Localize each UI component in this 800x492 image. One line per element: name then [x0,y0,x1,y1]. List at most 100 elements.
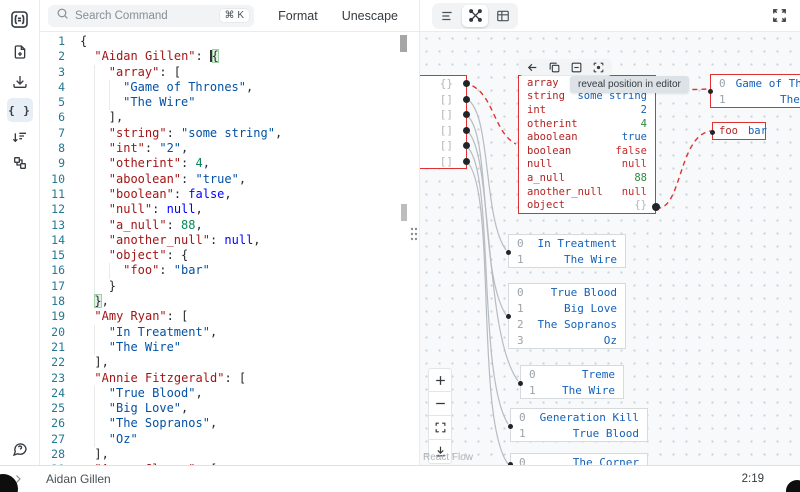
format-button[interactable]: Format [278,9,318,23]
node-row[interactable]: 1The Wire [521,382,623,398]
node-row[interactable]: 0Game of Thrones [711,75,800,91]
list-view-icon[interactable] [434,5,460,27]
node-row[interactable]: {} [420,76,466,92]
panel-resize-handle[interactable] [408,225,420,243]
new-document-icon[interactable] [7,40,33,64]
editor-line[interactable]: 21"The Wire" [40,340,420,355]
editor-line[interactable]: 19"Amy Ryan": [ [40,309,420,324]
code-text: "another_null": null, [80,233,261,248]
node-row[interactable]: 0In Treatment [509,235,625,251]
fullscreen-icon[interactable] [771,7,788,24]
graph-node-root[interactable]: {}[][][]rd[][] [420,75,467,169]
editor-line[interactable]: 2"Aidan Gillen": { [40,49,420,64]
table-view-icon[interactable] [490,5,516,27]
node-row[interactable]: otherint4 [519,117,655,131]
graph-node-amy-ryan[interactable]: 0In Treatment1The Wire [508,234,626,268]
search-shortcut-badge: ⌘ K [220,9,249,22]
editor-line[interactable]: 16"foo": "bar" [40,263,420,278]
node-row[interactable]: 1True Blood [511,425,647,441]
help-bubble-icon[interactable] [7,437,33,461]
node-row[interactable]: [] [420,107,466,123]
node-row[interactable]: 0Treme [521,366,623,382]
node-row[interactable]: a_null88 [519,171,655,185]
sort-icon[interactable] [7,126,33,150]
download-icon[interactable] [7,70,33,94]
json-code-editor[interactable]: 1{2"Aidan Gillen": {3"array": [4"Game of… [40,32,420,465]
editor-line[interactable]: 10"aboolean": "true", [40,172,420,187]
editor-scrollbar-thumb[interactable] [400,35,407,52]
editor-line[interactable]: 8"int": "2", [40,141,420,156]
code-text: "The Sopranos", [80,416,217,431]
editor-line[interactable]: 25"Big Love", [40,401,420,416]
node-row[interactable]: rd[] [420,138,466,154]
graph-canvas[interactable]: {}[][][]rd[][] arraystringsome stringint… [420,32,800,465]
node-row[interactable]: another_nullnull [519,185,655,199]
duplicate-icon[interactable] [548,61,561,74]
node-row[interactable]: abooleantrue [519,130,655,144]
editor-line[interactable]: 23"Annie Fitzgerald": [ [40,371,420,386]
editor-line[interactable]: 18}, [40,294,420,309]
editor-line[interactable]: 24"True Blood", [40,386,420,401]
code-text: "In Treatment", [80,325,217,340]
editor-line[interactable]: 9"otherint": 4, [40,156,420,171]
editor-line[interactable]: 13"a_null": 88, [40,218,420,233]
zoom-in-icon[interactable] [428,368,452,392]
back-arrow-icon[interactable] [526,61,539,74]
code-text: "foo": "bar" [80,263,210,278]
node-row[interactable]: int2 [519,103,655,117]
graph-node-anwan-glover[interactable]: 0Treme1The Wire [520,365,624,399]
collapse-icon[interactable] [570,61,583,74]
editor-line[interactable]: 27"Oz" [40,432,420,447]
unescape-button[interactable]: Unescape [342,9,398,23]
graph-node-array-items[interactable]: 0Game of Thrones1The Wire [710,74,800,108]
graph-node-clarke[interactable]: 0The Corner [510,453,648,465]
editor-line[interactable]: 15"object": { [40,248,420,263]
node-row[interactable]: object{} [519,198,655,212]
node-row[interactable]: 1The Wire [509,251,625,267]
node-row[interactable]: 0The Corner [511,454,647,465]
editor-line[interactable]: 26"The Sopranos", [40,416,420,431]
node-row[interactable]: 1Big Love [509,300,625,316]
editor-line[interactable]: 28], [40,447,420,462]
node-row[interactable]: 0True Blood [509,284,625,300]
editor-line[interactable]: 5"The Wire" [40,95,420,110]
line-number: 3 [40,65,80,80]
connector-dot [518,381,523,386]
graph-view-icon[interactable] [462,5,488,27]
node-row[interactable]: [] [420,123,466,139]
node-row[interactable]: 1The Wire [711,91,800,107]
graph-node-aidan-gillen[interactable]: arraystringsome stringint2otherint4abool… [518,75,656,214]
app-logo[interactable] [7,7,33,31]
focus-icon[interactable] [592,61,605,74]
editor-line[interactable]: 1{ [40,34,420,49]
node-row[interactable]: foobar [713,123,765,139]
transform-nodes-icon[interactable] [7,151,33,175]
editor-line[interactable]: 14"another_null": null, [40,233,420,248]
editor-line[interactable]: 6], [40,110,420,125]
fit-view-icon[interactable] [428,416,452,440]
graph-node-object-foo[interactable]: foobar [712,122,766,140]
editor-line[interactable]: 12"null": null, [40,202,420,217]
node-row[interactable]: 3Oz [509,332,625,348]
json-braces-icon[interactable]: { } [7,98,33,122]
search-input[interactable]: Search Command ⌘ K [48,5,254,27]
editor-line[interactable]: 4"Game of Thrones", [40,80,420,95]
zoom-out-icon[interactable] [428,392,452,416]
line-number: 25 [40,401,80,416]
editor-line[interactable]: 22], [40,355,420,370]
editor-line[interactable]: 7"string": "some string", [40,126,420,141]
node-row[interactable]: 0Generation Kill [511,409,647,425]
editor-line[interactable]: 20"In Treatment", [40,325,420,340]
connector-dot [463,127,470,134]
node-row[interactable]: 2The Sopranos [509,316,625,332]
editor-line[interactable]: 3"array": [ [40,65,420,80]
code-text: }, [80,294,109,309]
node-row[interactable]: [] [420,92,466,108]
editor-line[interactable]: 17} [40,279,420,294]
node-row[interactable]: [] [420,154,466,170]
node-row[interactable]: booleanfalse [519,144,655,158]
graph-node-annie-fitzgerald[interactable]: 0True Blood1Big Love2The Sopranos3Oz [508,283,626,349]
editor-line[interactable]: 11"boolean": false, [40,187,420,202]
node-row[interactable]: nullnull [519,158,655,172]
graph-node-alexander[interactable]: 0Generation Kill1True Blood [510,408,648,442]
